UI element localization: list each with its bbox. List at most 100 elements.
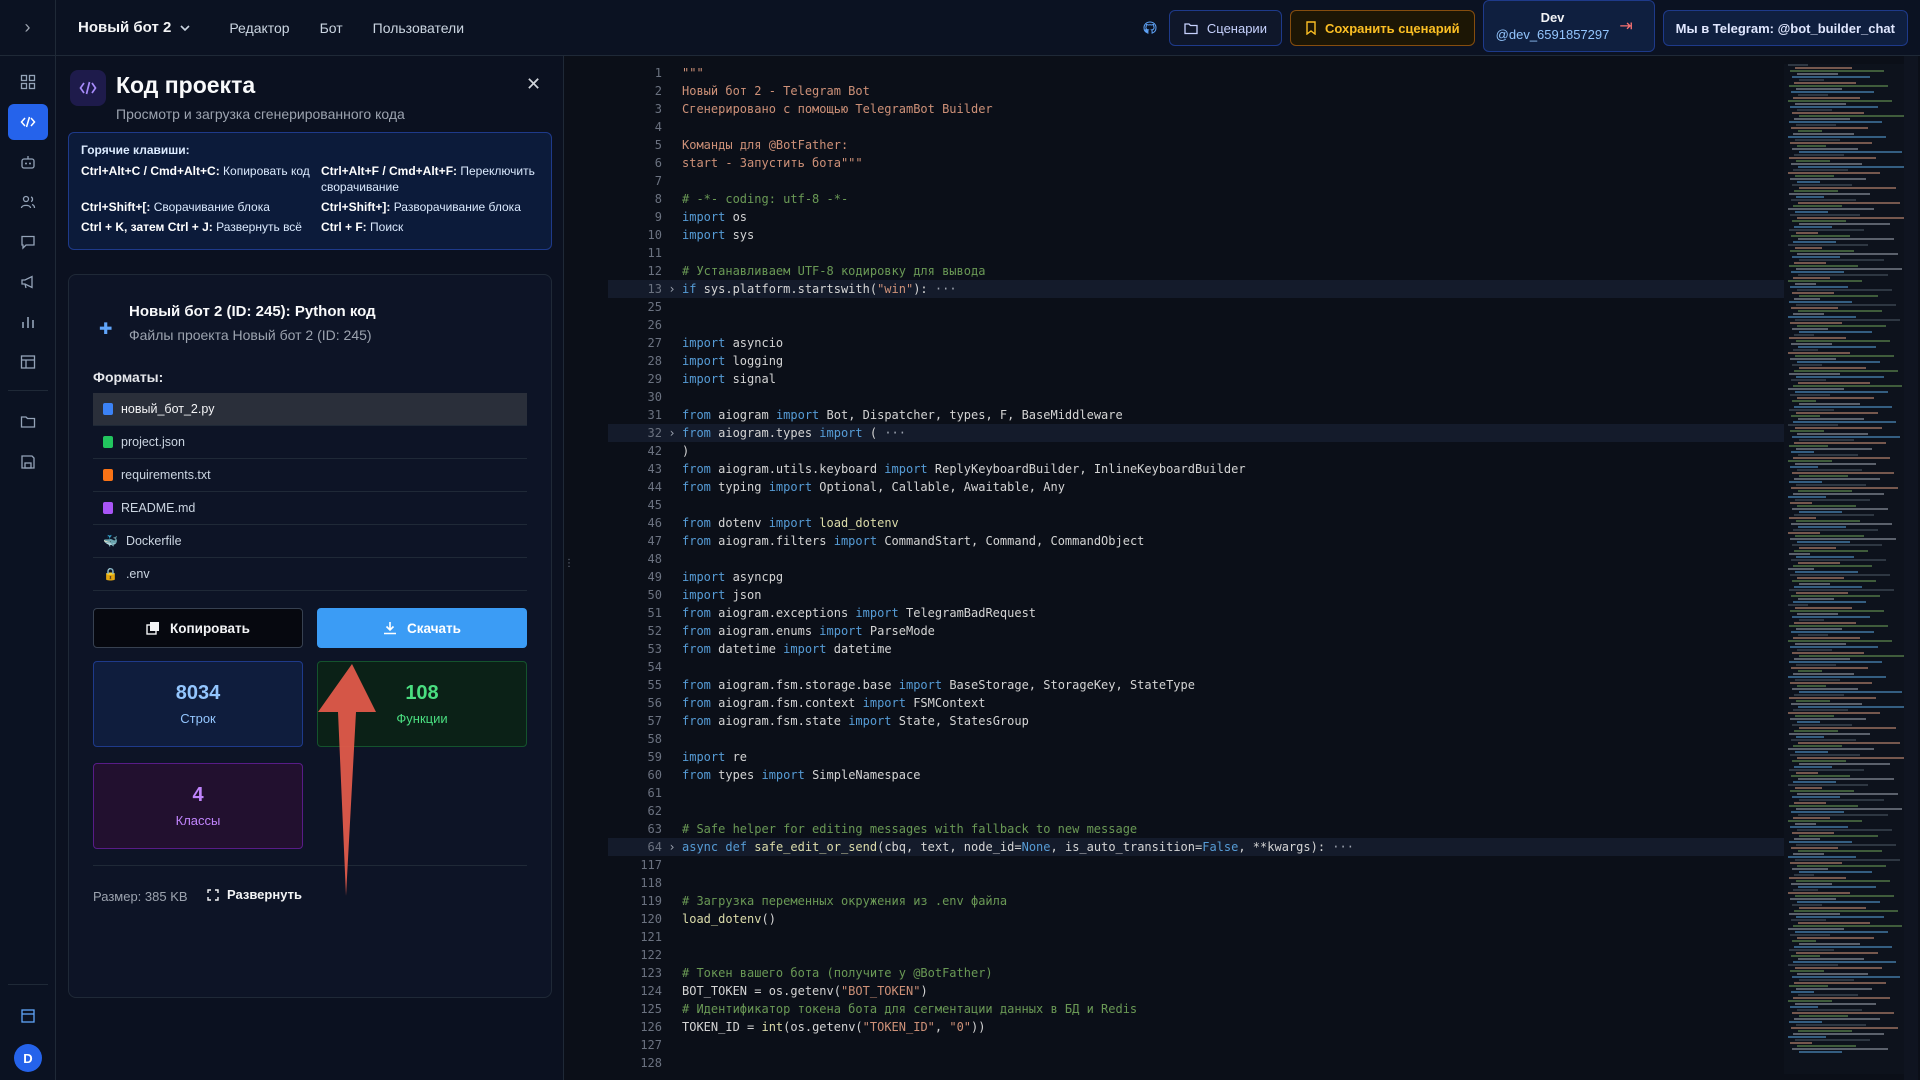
code-line[interactable]: 52 from aiogram.enums import ParseMode bbox=[608, 622, 1788, 640]
code-line[interactable]: 128 bbox=[608, 1054, 1788, 1072]
code-line[interactable]: 58 bbox=[608, 730, 1788, 748]
code-line[interactable]: 49 import asyncpg bbox=[608, 568, 1788, 586]
code-line[interactable]: 10 import sys bbox=[608, 226, 1788, 244]
code-line[interactable]: 122 bbox=[608, 946, 1788, 964]
rail-bot[interactable] bbox=[8, 144, 48, 180]
code-line[interactable]: 7 bbox=[608, 172, 1788, 190]
code-line[interactable]: 64 › async def safe_edit_or_send(cbq, text… bbox=[608, 838, 1788, 856]
code-line[interactable]: 42) bbox=[608, 442, 1788, 460]
copy-button[interactable]: Копировать bbox=[93, 608, 303, 648]
minimap[interactable] bbox=[1784, 64, 1904, 1074]
code-line[interactable]: 60 from types import SimpleNamespace bbox=[608, 766, 1788, 784]
close-icon[interactable]: ✕ bbox=[526, 74, 541, 95]
code-line[interactable]: 59 import re bbox=[608, 748, 1788, 766]
code-line[interactable]: 123 # Токен вашего бота (получите у @BotF… bbox=[608, 964, 1788, 982]
nav-bot[interactable]: Бот bbox=[320, 20, 343, 36]
code-line[interactable]: 121 bbox=[608, 928, 1788, 946]
code-line[interactable]: 51 from aiogram.exceptions import Telegra… bbox=[608, 604, 1788, 622]
code-line[interactable]: 57 from aiogram.fsm.state import State, S… bbox=[608, 712, 1788, 730]
code-line[interactable]: 13 › if sys.platform.startswith("win"): ··… bbox=[608, 280, 1788, 298]
code-line[interactable]: 46 from dotenv import load_dotenv bbox=[608, 514, 1788, 532]
code-line[interactable]: 5 Команды для @BotFather: bbox=[608, 136, 1788, 154]
rail-dashboard[interactable] bbox=[8, 64, 48, 100]
github-button[interactable] bbox=[1139, 10, 1161, 46]
rail-messages[interactable] bbox=[8, 224, 48, 260]
file-item-json[interactable]: project.json bbox=[93, 426, 527, 459]
scenarios-button[interactable]: Сценарии bbox=[1168, 10, 1282, 46]
download-button[interactable]: Скачать bbox=[317, 608, 527, 648]
code-line[interactable]: 25 bbox=[608, 298, 1788, 316]
rail-broadcast[interactable] bbox=[8, 264, 48, 300]
code-line[interactable]: 55 from aiogram.fsm.storage.base import B… bbox=[608, 676, 1788, 694]
code-line[interactable]: 120 load_dotenv() bbox=[608, 910, 1788, 928]
code-line[interactable]: 44 from typing import Optional, Callable,… bbox=[608, 478, 1788, 496]
code-line[interactable]: 9 import os bbox=[608, 208, 1788, 226]
line-number: 56 bbox=[647, 696, 662, 710]
fold-chevron-icon[interactable]: › bbox=[662, 426, 682, 440]
logout-icon[interactable]: ⇥ bbox=[1619, 16, 1632, 36]
project-switcher[interactable]: Новый бот 2 bbox=[78, 19, 191, 36]
code-line[interactable]: 45 bbox=[608, 496, 1788, 514]
code-line[interactable]: 47 from aiogram.filters import CommandSta… bbox=[608, 532, 1788, 550]
file-item-requirements[interactable]: requirements.txt bbox=[93, 459, 527, 492]
rail-users[interactable] bbox=[8, 184, 48, 220]
code-line[interactable]: 43 from aiogram.utils.keyboard import Rep… bbox=[608, 460, 1788, 478]
user-box[interactable]: Dev @dev_6591857297 ⇥ bbox=[1482, 0, 1655, 52]
file-item-dockerfile[interactable]: 🐳 Dockerfile bbox=[93, 525, 527, 558]
code-line[interactable]: 119 # Загрузка переменных окружения из .e… bbox=[608, 892, 1788, 910]
rail-code[interactable] bbox=[8, 104, 48, 140]
code-line[interactable]: 4 bbox=[608, 118, 1788, 136]
fold-chevron-icon[interactable]: › bbox=[662, 840, 682, 854]
code-line[interactable]: 30 bbox=[608, 388, 1788, 406]
code-line[interactable]: 63 # Safe helper for editing messages wit… bbox=[608, 820, 1788, 838]
code-line[interactable]: 62 bbox=[608, 802, 1788, 820]
code-line[interactable]: 11 bbox=[608, 244, 1788, 262]
code-line[interactable]: 1 """ bbox=[608, 64, 1788, 82]
code-line[interactable]: 50 import json bbox=[608, 586, 1788, 604]
nav-editor[interactable]: Редактор bbox=[229, 20, 289, 36]
resize-handle[interactable]: ⋮ bbox=[564, 558, 574, 569]
code-line[interactable]: 48 bbox=[608, 550, 1788, 568]
rail-files[interactable] bbox=[8, 404, 48, 440]
code-line[interactable]: 125 # Идентификатор токена бота для сегме… bbox=[608, 1000, 1788, 1018]
code-line[interactable]: 126 TOKEN_ID = int(os.getenv("TOKEN_ID", … bbox=[608, 1018, 1788, 1036]
code-line[interactable]: 8 # -*- coding: utf-8 -*- bbox=[608, 190, 1788, 208]
code-line[interactable]: 29 import signal bbox=[608, 370, 1788, 388]
code-editor[interactable]: ⋮ 1 """ 2 Новый бот 2 - Telegram Bot 3 Сгенер… bbox=[564, 56, 1920, 1080]
rail-table[interactable] bbox=[8, 344, 48, 380]
nav-users[interactable]: Пользователи bbox=[373, 20, 464, 36]
file-item-env[interactable]: 🔒 .env bbox=[93, 558, 527, 591]
expand-sidebar-button[interactable]: › bbox=[0, 0, 56, 56]
code-line[interactable]: 12 # Устанавливаем UTF-8 кодировку для вы… bbox=[608, 262, 1788, 280]
code-line[interactable]: 56 from aiogram.fsm.context import FSMCon… bbox=[608, 694, 1788, 712]
rail-analytics[interactable] bbox=[8, 304, 48, 340]
code-line[interactable]: 6 start - Запустить бота""" bbox=[608, 154, 1788, 172]
avatar[interactable]: D bbox=[14, 1044, 42, 1072]
code-line[interactable]: 117 bbox=[608, 856, 1788, 874]
rail-save[interactable] bbox=[8, 444, 48, 480]
code-line[interactable]: 127 bbox=[608, 1036, 1788, 1054]
file-item-readme[interactable]: README.md bbox=[93, 492, 527, 525]
code-line[interactable]: 3 Сгенерировано с помощью TelegramBot Bui… bbox=[608, 100, 1788, 118]
code-lines[interactable]: 1 """ 2 Новый бот 2 - Telegram Bot 3 Сгенерир… bbox=[608, 64, 1788, 1072]
rail-layout[interactable] bbox=[8, 998, 48, 1034]
editor-scrollbar[interactable] bbox=[1904, 56, 1918, 1080]
code-line[interactable]: 26 bbox=[608, 316, 1788, 334]
code-line[interactable]: 54 bbox=[608, 658, 1788, 676]
save-scenario-button[interactable]: Сохранить сценарий bbox=[1289, 10, 1475, 46]
code-line[interactable]: 124 BOT_TOKEN = os.getenv("BOT_TOKEN") bbox=[608, 982, 1788, 1000]
telegram-link[interactable]: Мы в Telegram: @bot_builder_chat bbox=[1662, 10, 1908, 46]
minimap-line bbox=[1790, 502, 1812, 504]
expand-button[interactable]: Развернуть bbox=[207, 887, 302, 902]
code-line[interactable]: 53 from datetime import datetime bbox=[608, 640, 1788, 658]
code-line[interactable]: 31 from aiogram import Bot, Dispatcher, t… bbox=[608, 406, 1788, 424]
code-line[interactable]: 61 bbox=[608, 784, 1788, 802]
code-line[interactable]: 27 import asyncio bbox=[608, 334, 1788, 352]
code-line[interactable]: 28 import logging bbox=[608, 352, 1788, 370]
file-item-py[interactable]: новый_бот_2.py bbox=[93, 393, 527, 426]
code-line[interactable]: 2 Новый бот 2 - Telegram Bot bbox=[608, 82, 1788, 100]
minimap-line bbox=[1789, 373, 1840, 375]
fold-chevron-icon[interactable]: › bbox=[662, 282, 682, 296]
code-line[interactable]: 118 bbox=[608, 874, 1788, 892]
code-line[interactable]: 32 › from aiogram.types import ( ··· bbox=[608, 424, 1788, 442]
